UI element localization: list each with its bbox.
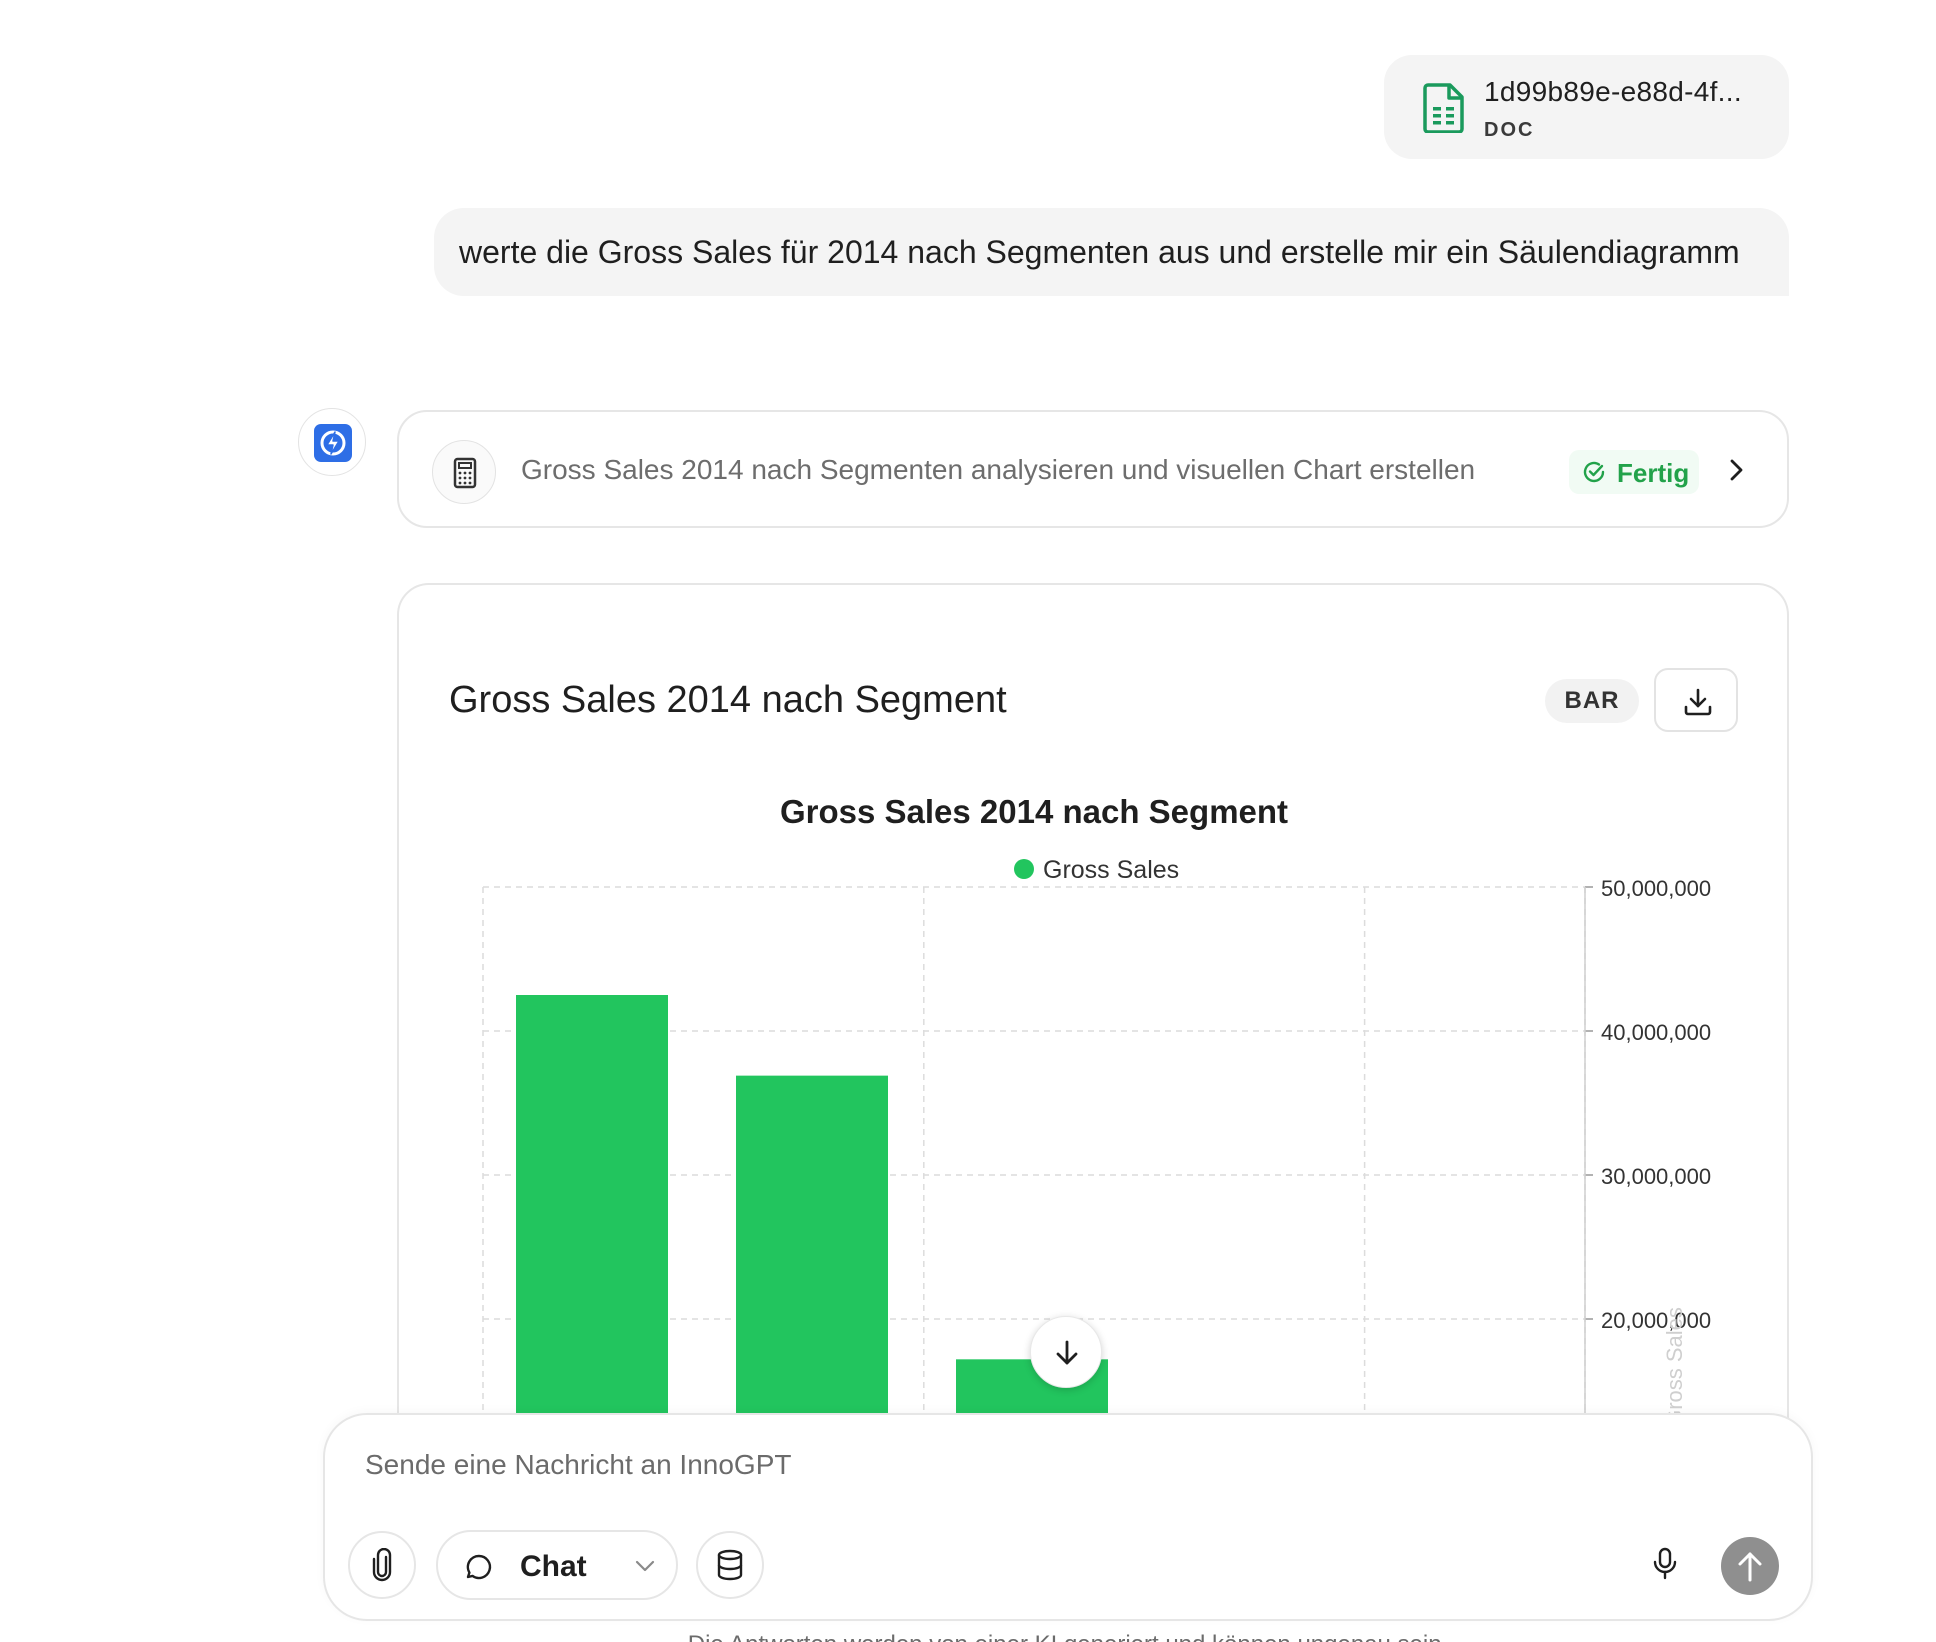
- knowledge-base-button[interactable]: [696, 1531, 764, 1599]
- microphone-icon[interactable]: [1653, 1547, 1677, 1581]
- send-button[interactable]: [1721, 1537, 1779, 1595]
- arrow-up-icon: [1738, 1552, 1762, 1582]
- message-composer: Chat: [323, 1413, 1813, 1621]
- calculator-icon: [432, 440, 496, 504]
- disclaimer-text: Die Antworten werden von einer KI generi…: [0, 1631, 1936, 1642]
- y-tick-label: 20,000,000: [1601, 1308, 1711, 1333]
- spreadsheet-file-icon: [1423, 83, 1464, 133]
- attachment-chip[interactable]: 1d99b89e-e88d-4f... DOC: [1384, 55, 1789, 159]
- mode-label: Chat: [520, 1550, 587, 1583]
- database-icon: [717, 1549, 743, 1581]
- status-label: Fertig: [1617, 458, 1690, 488]
- y-tick-label: 30,000,000: [1601, 1164, 1711, 1189]
- legend-swatch: [1014, 859, 1034, 879]
- attachment-file-type: DOC: [1484, 119, 1535, 141]
- y-tick-label: 50,000,000: [1601, 876, 1711, 901]
- assistant-avatar: [298, 408, 366, 476]
- paperclip-icon: [372, 1548, 392, 1582]
- scroll-to-bottom-button[interactable]: [1030, 1316, 1102, 1388]
- mode-selector[interactable]: Chat: [436, 1530, 678, 1600]
- y-tick-label: 40,000,000: [1601, 1020, 1711, 1045]
- status-badge: Fertig: [1569, 450, 1699, 494]
- arrow-down-icon: [1056, 1340, 1078, 1365]
- attachment-file-name: 1d99b89e-e88d-4f...: [1484, 76, 1742, 107]
- chat-bubble-icon: [466, 1554, 492, 1580]
- chevron-down-icon: [635, 1560, 655, 1572]
- chart-title: Gross Sales 2014 nach Segment: [780, 793, 1288, 830]
- attach-button[interactable]: [348, 1531, 416, 1599]
- check-circle-icon: [1583, 461, 1605, 483]
- tool-call-card[interactable]: Gross Sales 2014 nach Segmenten analysie…: [397, 410, 1789, 528]
- message-input[interactable]: [365, 1443, 1665, 1487]
- legend-label: Gross Sales: [1043, 856, 1179, 884]
- bar-1: [516, 995, 668, 1481]
- tool-call-label: Gross Sales 2014 nach Segmenten analysie…: [521, 454, 1476, 485]
- lightning-logo-icon: [314, 424, 352, 462]
- chevron-right-icon[interactable]: [1724, 456, 1748, 484]
- user-message-bubble: werte die Gross Sales für 2014 nach Segm…: [434, 208, 1789, 296]
- y-axis-title: Gross Sales: [1662, 1307, 1687, 1427]
